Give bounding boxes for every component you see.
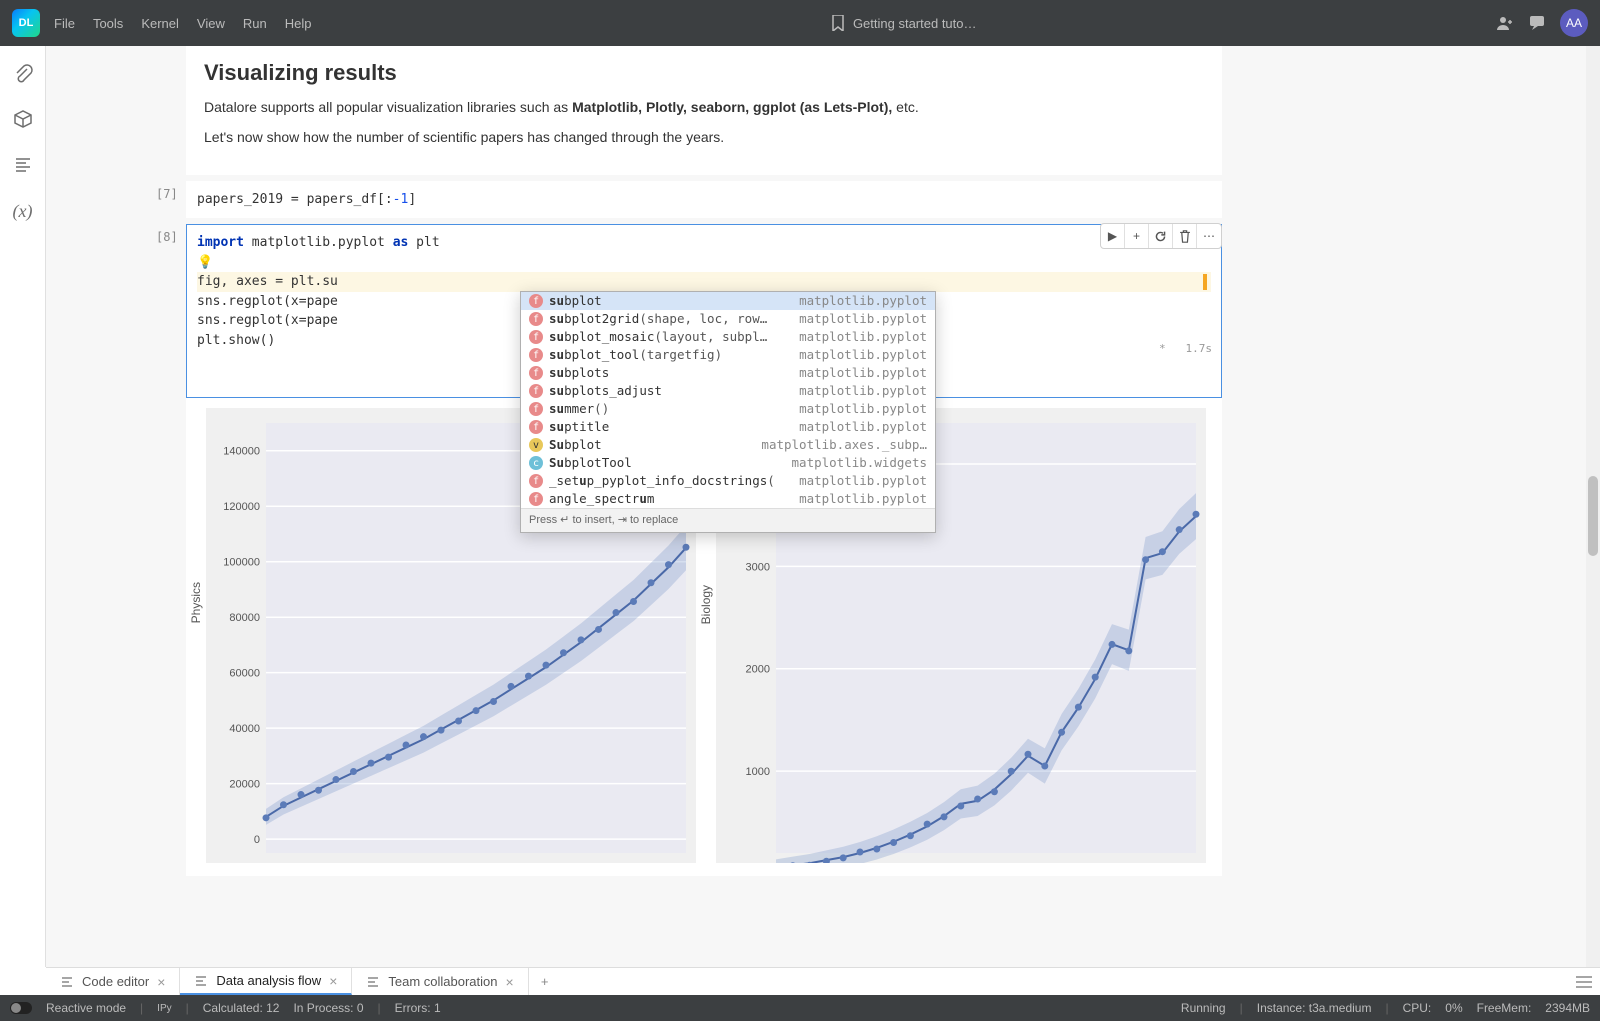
md-heading: Visualizing results bbox=[204, 60, 1204, 86]
freemem-label: FreeMem: bbox=[1477, 1001, 1532, 1015]
completion-item[interactable]: fsummer()matplotlib.pyplot bbox=[521, 400, 935, 418]
instance-status: Instance: t3a.medium bbox=[1257, 1001, 1372, 1015]
y-axis-label: Biology bbox=[699, 585, 713, 624]
more-button[interactable]: ⋯ bbox=[1197, 224, 1221, 248]
autocomplete-popup[interactable]: fsubplotmatplotlib.pyplotfsubplot2grid(s… bbox=[520, 291, 936, 533]
comment-icon[interactable] bbox=[1528, 14, 1546, 32]
tabs-menu-icon[interactable] bbox=[1568, 968, 1600, 995]
running-status: Running bbox=[1181, 1001, 1226, 1015]
close-icon[interactable]: × bbox=[157, 974, 165, 990]
markdown-cell[interactable]: Visualizing results Datalore supports al… bbox=[186, 46, 1222, 175]
errors-status: Errors: 1 bbox=[395, 1001, 441, 1015]
svg-text:120000: 120000 bbox=[223, 502, 260, 514]
attachment-icon[interactable] bbox=[12, 62, 34, 84]
cpu-label: CPU: bbox=[1403, 1001, 1432, 1015]
restart-button[interactable] bbox=[1149, 224, 1173, 248]
avatar[interactable]: AA bbox=[1560, 9, 1588, 37]
menu-view[interactable]: View bbox=[197, 16, 225, 31]
active-line: fig, axes = plt.su bbox=[197, 272, 1211, 292]
completion-item[interactable]: fsuptitlematplotlib.pyplot bbox=[521, 418, 935, 436]
completion-item[interactable]: fsubplots_adjustmatplotlib.pyplot bbox=[521, 382, 935, 400]
main-menu: File Tools Kernel View Run Help bbox=[54, 16, 311, 31]
package-icon[interactable] bbox=[12, 108, 34, 130]
run-cell-button[interactable]: ▶ bbox=[1101, 224, 1125, 248]
menu-tools[interactable]: Tools bbox=[93, 16, 123, 31]
bottom-tab[interactable]: Data analysis flow× bbox=[180, 968, 352, 995]
completion-item[interactable]: fsubplotsmatplotlib.pyplot bbox=[521, 364, 935, 382]
ipy-label: IPy bbox=[157, 1003, 171, 1014]
md-paragraph-2: Let's now show how the number of scienti… bbox=[204, 126, 1204, 148]
completion-item[interactable]: fsubplot2grid(shape, loc, row…matplotlib… bbox=[521, 310, 935, 328]
md-paragraph-1: Datalore supports all popular visualizat… bbox=[204, 96, 1204, 118]
document: Visualizing results Datalore supports al… bbox=[46, 46, 1600, 967]
topbar: DL File Tools Kernel View Run Help Getting st… bbox=[0, 0, 1600, 46]
add-user-icon[interactable] bbox=[1496, 14, 1514, 32]
svg-text:100000: 100000 bbox=[223, 557, 260, 569]
completion-item[interactable]: cSubplotToolmatplotlib.widgets bbox=[521, 454, 935, 472]
cpu-value: 0% bbox=[1445, 1001, 1462, 1015]
y-axis-label: Physics bbox=[189, 582, 203, 623]
code-input[interactable]: import matplotlib.pyplot as plt 💡 fig, a… bbox=[186, 224, 1222, 398]
code-input[interactable]: papers_2019 = papers_df[:-1] bbox=[186, 181, 1222, 219]
completion-item[interactable]: fsubplot_mosaic(layout, subpl…matplotlib… bbox=[521, 328, 935, 346]
inprocess-status: In Process: 0 bbox=[293, 1001, 363, 1015]
svg-text:2000: 2000 bbox=[746, 664, 770, 676]
bottom-tab[interactable]: Code editor× bbox=[46, 968, 180, 995]
left-sidebar: (x) bbox=[0, 46, 46, 967]
calculated-status: Calculated: 12 bbox=[203, 1001, 280, 1015]
reactive-toggle[interactable] bbox=[10, 1002, 32, 1014]
main-area: Visualizing results Datalore supports al… bbox=[46, 46, 1600, 967]
code-cell-7[interactable]: [7] papers_2019 = papers_df[:-1] bbox=[186, 181, 1222, 219]
bulb-icon[interactable]: 💡 bbox=[197, 255, 213, 270]
scrollbar-thumb[interactable] bbox=[1588, 476, 1598, 556]
cell-prompt: [7] bbox=[156, 187, 178, 201]
close-icon[interactable]: × bbox=[329, 973, 337, 989]
svg-text:140000: 140000 bbox=[223, 446, 260, 458]
variables-icon[interactable]: (x) bbox=[12, 200, 34, 222]
menu-help[interactable]: Help bbox=[285, 16, 312, 31]
reactive-label: Reactive mode bbox=[46, 1001, 126, 1015]
svg-text:20000: 20000 bbox=[229, 779, 260, 791]
bottom-tabs: Code editor×Data analysis flow×Team coll… bbox=[46, 967, 1600, 995]
exec-info: * 1.7s bbox=[1159, 342, 1212, 355]
completion-item[interactable]: vSubplotmatplotlib.axes._subp… bbox=[521, 436, 935, 454]
completion-item[interactable]: fangle_spectrummatplotlib.pyplot bbox=[521, 490, 935, 508]
svg-text:60000: 60000 bbox=[229, 668, 260, 680]
menu-run[interactable]: Run bbox=[243, 16, 267, 31]
title-area: Getting started tuto… bbox=[311, 15, 1496, 31]
svg-text:80000: 80000 bbox=[229, 612, 260, 624]
statusbar: Reactive mode | IPy | Calculated: 12 In … bbox=[0, 995, 1600, 1021]
top-right: AA bbox=[1496, 9, 1588, 37]
toc-icon[interactable] bbox=[12, 154, 34, 176]
freemem-value: 2394MB bbox=[1545, 1001, 1590, 1015]
menu-file[interactable]: File bbox=[54, 16, 75, 31]
delete-cell-button[interactable] bbox=[1173, 224, 1197, 248]
add-tab-button[interactable]: + bbox=[529, 968, 561, 995]
bottom-tab[interactable]: Team collaboration× bbox=[352, 968, 528, 995]
completion-item[interactable]: f_setup_pyplot_info_docstrings(matplotli… bbox=[521, 472, 935, 490]
menu-kernel[interactable]: Kernel bbox=[141, 16, 179, 31]
bookmark-icon bbox=[831, 15, 845, 31]
svg-text:40000: 40000 bbox=[229, 723, 260, 735]
cell-prompt: [8] bbox=[156, 230, 178, 244]
add-cell-button[interactable]: + bbox=[1125, 224, 1149, 248]
app-logo[interactable]: DL bbox=[12, 9, 40, 37]
completion-item[interactable]: fsubplot_tool(targetfig)matplotlib.pyplo… bbox=[521, 346, 935, 364]
svg-text:3000: 3000 bbox=[746, 562, 770, 574]
svg-text:1000: 1000 bbox=[746, 766, 770, 778]
code-cell-8[interactable]: [8] ▶ + ⋯ import matplotlib.pyplot as pl… bbox=[186, 224, 1222, 398]
close-icon[interactable]: × bbox=[506, 974, 514, 990]
completion-hint: Press ↵ to insert, ⇥ to replace bbox=[521, 508, 935, 532]
completion-item[interactable]: fsubplotmatplotlib.pyplot bbox=[521, 292, 935, 310]
scrollbar[interactable] bbox=[1586, 46, 1600, 967]
doc-title[interactable]: Getting started tuto… bbox=[853, 16, 977, 31]
cell-toolbar: ▶ + ⋯ bbox=[1100, 223, 1222, 249]
svg-text:0: 0 bbox=[254, 834, 260, 846]
